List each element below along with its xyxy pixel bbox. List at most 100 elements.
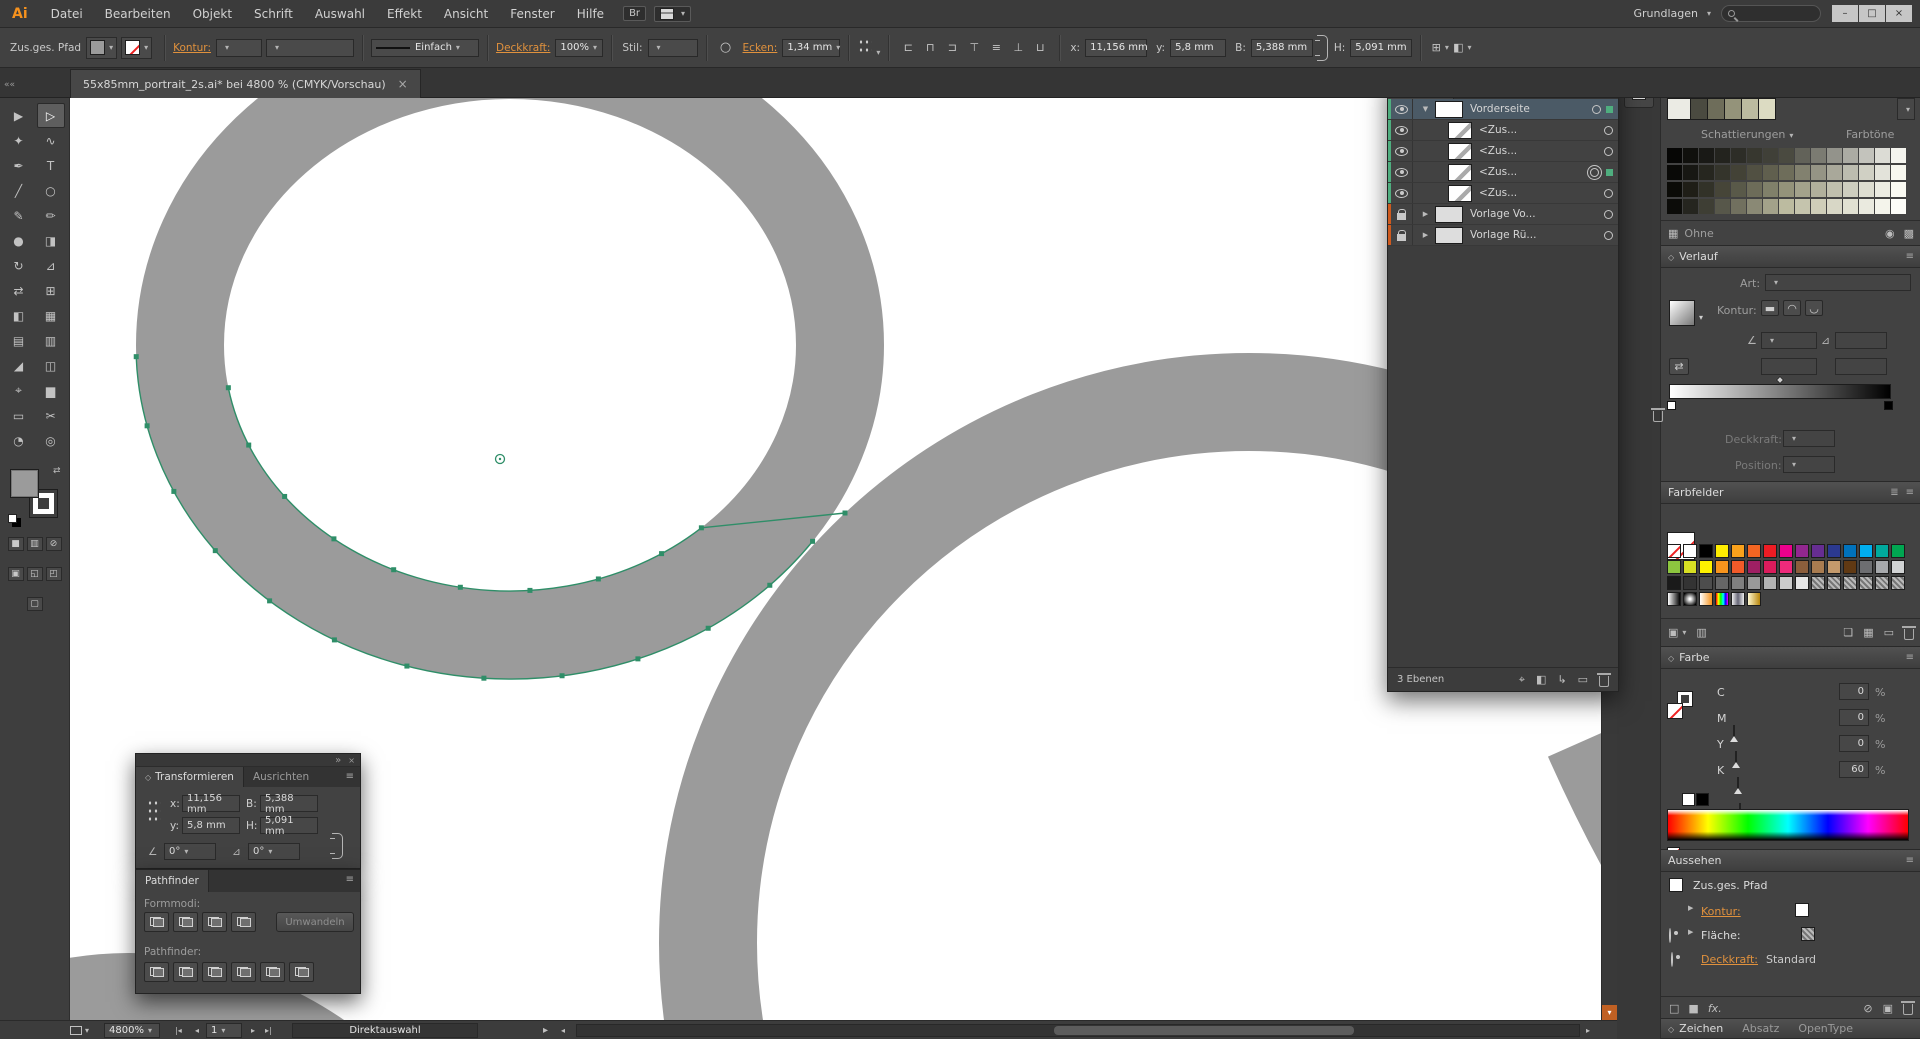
locate-object-icon[interactable]: ⌖ <box>1519 673 1525 687</box>
target-circle[interactable] <box>1604 189 1613 198</box>
gradient-option-field-1[interactable] <box>1761 358 1817 375</box>
farbe-header[interactable]: Farbe <box>1661 647 1920 669</box>
variation-swatch[interactable] <box>1811 199 1826 214</box>
status-tool-display[interactable]: Direktauswahl <box>292 1023 478 1038</box>
variation-swatch[interactable] <box>1779 182 1794 197</box>
variation-swatch[interactable] <box>1731 165 1746 180</box>
line-tool[interactable]: ╱ <box>5 178 33 203</box>
swatch[interactable] <box>1843 576 1857 590</box>
menu-datei[interactable]: Datei <box>40 0 94 27</box>
black-swatch[interactable] <box>1696 793 1709 806</box>
variation-swatch[interactable] <box>1875 165 1890 180</box>
ring-shape-bottom-right[interactable] <box>1590 738 1601 1020</box>
document-tab[interactable]: 55x85mm_portrait_2s.ai* bei 4800 % (CMYK… <box>70 69 421 98</box>
variation-swatch[interactable] <box>1843 148 1858 163</box>
save-to-swatches-icon[interactable]: ▩ <box>1904 227 1914 240</box>
variation-swatch[interactable] <box>1843 182 1858 197</box>
farbfelder-header[interactable]: Farbfelder <box>1661 482 1920 504</box>
scroll-down-icon[interactable] <box>1602 1005 1617 1020</box>
anchor-point[interactable] <box>810 539 815 544</box>
expand-stroke-icon[interactable]: ▶ <box>1688 904 1693 912</box>
tab-pathfinder[interactable]: Pathfinder <box>136 870 209 892</box>
crop-button[interactable] <box>231 962 256 982</box>
variation-swatch[interactable] <box>1715 199 1730 214</box>
expand-icon[interactable]: ▶ <box>1418 231 1433 239</box>
gradient-thumbnail[interactable] <box>1669 300 1695 326</box>
variation-swatch[interactable] <box>1763 182 1778 197</box>
panel-menu-icon[interactable] <box>346 874 354 885</box>
make-mask-icon[interactable]: ◧ <box>1536 673 1546 686</box>
swatch[interactable] <box>1827 576 1841 590</box>
kontur-link[interactable]: Kontur: <box>173 42 211 54</box>
limit-colors-icon[interactable]: ▦ <box>1668 227 1678 240</box>
visibility-cell[interactable] <box>1391 183 1413 203</box>
harmony-rules-dropdown[interactable] <box>1897 98 1915 120</box>
swatch[interactable] <box>1875 560 1889 574</box>
next-artboard-icon[interactable] <box>248 1023 258 1038</box>
anchor-point[interactable] <box>659 551 664 556</box>
swatch[interactable] <box>1667 560 1681 574</box>
menu-ansicht[interactable]: Ansicht <box>433 0 499 27</box>
anchor-point[interactable] <box>282 494 287 499</box>
visibility-cell[interactable] <box>1391 162 1413 182</box>
white-swatch[interactable] <box>1682 793 1695 806</box>
new-stroke-icon[interactable]: □ <box>1669 1002 1679 1015</box>
stop-opacity-field[interactable] <box>1783 430 1835 447</box>
variation-swatch[interactable] <box>1667 165 1682 180</box>
delete-item-icon[interactable] <box>1903 1004 1913 1015</box>
new-effect-icon[interactable]: fx. <box>1708 1002 1722 1015</box>
variation-swatch[interactable] <box>1891 182 1906 197</box>
width-tool[interactable]: ⇄ <box>5 278 33 303</box>
draw-inside-button[interactable]: ◰ <box>46 567 62 581</box>
constrain-proportions-icon[interactable] <box>332 833 343 859</box>
k-value-field[interactable]: 60 <box>1839 761 1869 778</box>
anchor-point[interactable] <box>171 489 176 494</box>
m-value-field[interactable]: 0 <box>1839 709 1869 726</box>
variation-swatch[interactable] <box>1699 182 1714 197</box>
swatch[interactable] <box>1731 544 1745 558</box>
swatch[interactable] <box>1699 560 1713 574</box>
mesh-tool[interactable]: ▤ <box>5 328 33 353</box>
perspective-grid-tool[interactable]: ▦ <box>37 303 65 328</box>
harmony-swatch[interactable] <box>1708 98 1725 120</box>
stroke-gradient-within-button[interactable]: ▬ <box>1761 300 1779 316</box>
swatch-libraries-icon[interactable]: ▣ <box>1668 626 1686 639</box>
new-color-group-icon[interactable]: ▦ <box>1863 626 1873 639</box>
edit-colors-icon[interactable]: ◉ <box>1885 227 1895 240</box>
swatch[interactable] <box>1827 560 1841 574</box>
variation-swatch[interactable] <box>1859 148 1874 163</box>
anchor-point[interactable] <box>706 626 711 631</box>
status-options-icon[interactable] <box>540 1023 551 1038</box>
reverse-gradient-button[interactable]: ⇄ <box>1669 358 1689 375</box>
harmony-swatch[interactable] <box>1725 98 1742 120</box>
gradient-angle-field[interactable] <box>1761 332 1817 349</box>
swatch[interactable] <box>1859 544 1873 558</box>
unite-button[interactable] <box>144 912 169 932</box>
duplicate-item-icon[interactable]: ▣ <box>1883 1002 1893 1015</box>
variation-swatch[interactable] <box>1811 182 1826 197</box>
variation-swatch[interactable] <box>1763 148 1778 163</box>
variation-swatch[interactable] <box>1699 165 1714 180</box>
stroke-row-swatch[interactable] <box>1795 903 1809 917</box>
width-field[interactable]: 5,388 mm <box>1251 39 1313 57</box>
panel-menu-icon[interactable] <box>1906 855 1914 866</box>
close-document-icon[interactable] <box>398 77 408 91</box>
variation-swatch[interactable] <box>1715 148 1730 163</box>
variation-swatch[interactable] <box>1811 165 1826 180</box>
minus-front-button[interactable] <box>173 912 198 932</box>
stroke-gradient-along-button[interactable]: ◠ <box>1783 300 1801 316</box>
panel-menu-icon[interactable] <box>1906 487 1914 498</box>
zoom-tool[interactable]: ◎ <box>37 428 65 453</box>
swatch[interactable] <box>1715 592 1729 606</box>
deckkraft-link[interactable]: Deckkraft: <box>496 42 550 54</box>
variation-swatch[interactable] <box>1747 182 1762 197</box>
panel-menu-icon[interactable] <box>1906 652 1914 663</box>
minimize-button[interactable] <box>1832 5 1858 22</box>
y-value-field[interactable]: 0 <box>1839 735 1869 752</box>
variation-swatch[interactable] <box>1891 199 1906 214</box>
swatch[interactable] <box>1699 576 1713 590</box>
paintbrush-tool[interactable]: ✎ <box>5 203 33 228</box>
anchor-point[interactable] <box>404 664 409 669</box>
constrain-proportions-icon[interactable] <box>1317 35 1328 61</box>
close-button[interactable] <box>1886 5 1912 22</box>
